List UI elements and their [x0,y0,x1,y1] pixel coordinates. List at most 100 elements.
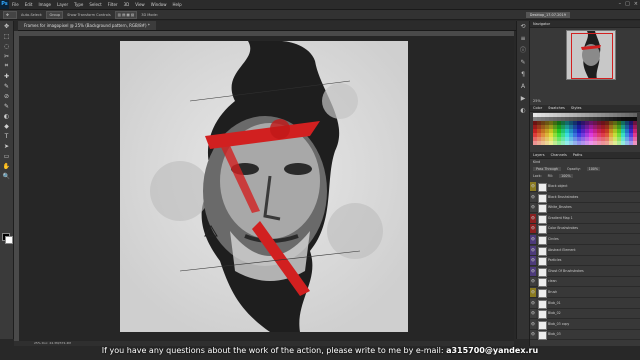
background-color[interactable] [5,236,13,244]
character-icon[interactable]: A [517,81,529,93]
visibility-eye-icon[interactable]: 👁 [530,330,536,340]
menu-edit[interactable]: Edit [22,2,36,7]
type-tool-icon[interactable]: T [0,131,13,141]
artwork-canvas[interactable] [120,41,408,332]
info-icon[interactable]: ⓘ [517,45,529,57]
minimize-button[interactable]: – [619,1,622,7]
tab-swatches[interactable]: Swatches [548,105,565,111]
menu-type[interactable]: Type [71,2,86,7]
visibility-eye-icon[interactable]: 👁 [530,224,536,234]
visibility-eye-icon[interactable]: 👁 [530,298,536,308]
opacity-input[interactable]: 100% [586,167,601,171]
fill-input[interactable]: 100% [559,174,573,178]
tab-layers[interactable]: Layers [533,152,545,158]
color-swatches[interactable] [2,233,13,244]
marquee-tool-icon[interactable]: ⬚ [0,31,13,41]
crop-tool-icon[interactable]: ✂ [0,51,13,61]
show-transform-controls-checkbox[interactable]: Show Transform Controls [67,13,111,17]
auto-select-dropdown[interactable]: Group [46,10,64,19]
path-select-icon[interactable]: ➤ [0,141,13,151]
menu-filter[interactable]: Filter [105,2,121,7]
visibility-eye-icon[interactable]: 👁 [530,213,536,223]
layer-row[interactable]: 👁 Ghost Of Brushstrokes [530,266,640,277]
history-brush-icon[interactable]: ✎ [0,101,13,111]
maximize-button[interactable]: □ [625,1,630,7]
layer-row[interactable]: 👁 Blob_03 [530,330,640,341]
visibility-eye-icon[interactable]: 👁 [530,288,536,297]
visibility-eye-icon[interactable]: 👁 [530,192,536,202]
lasso-tool-icon[interactable]: ◌ [0,41,13,51]
visibility-eye-icon[interactable]: 👁 [530,235,536,244]
swatches-grid[interactable] [533,113,638,147]
menu-select[interactable]: Select [86,2,104,7]
hand-tool-icon[interactable]: ✋ [0,161,13,171]
ruler-vertical[interactable] [14,31,19,341]
menu-3d[interactable]: 3D [121,2,133,7]
layer-row[interactable]: 👁 Blob_03 copy [530,319,640,330]
zoom-tool-icon[interactable]: 🔍 [0,171,13,181]
layer-name: Black Brushstrokes [548,194,579,199]
menu-layer[interactable]: Layer [54,2,71,7]
workspace-dropdown[interactable]: Desktop_17.07.2019 [525,12,570,18]
visibility-eye-icon[interactable]: 👁 [530,309,536,319]
layer-name: Color Brushstrokes [548,226,578,231]
properties-icon[interactable]: ≡ [517,33,529,45]
blend-mode-dropdown[interactable]: Pass Through [533,167,562,171]
layer-thumbnail [538,225,547,235]
visibility-eye-icon[interactable]: 👁 [530,277,536,287]
tab-paths[interactable]: Paths [573,152,583,158]
navigator-thumbnail[interactable] [566,30,616,80]
visibility-eye-icon[interactable]: 👁 [530,266,536,276]
layer-row[interactable]: 👁 clean [530,277,640,288]
brush-tool-icon[interactable]: ✎ [0,81,13,91]
eraser-tool-icon[interactable]: ⊘ [0,91,13,101]
layer-name: White_Brushes [548,205,572,210]
dodge-tool-icon[interactable]: ◐ [0,111,13,121]
paragraph-icon[interactable]: ¶ [517,69,529,81]
pen-tool-icon[interactable]: ◆ [0,121,13,131]
slice-tool-icon[interactable]: ⌗ [0,61,13,71]
visibility-eye-icon[interactable]: 👁 [530,182,536,191]
menu-file[interactable]: File [9,2,22,7]
visibility-eye-icon[interactable]: 👁 [530,245,536,255]
navigator-tab[interactable]: Navigator [533,21,550,27]
layer-row[interactable]: 👁 Particles [530,256,640,267]
tab-channels[interactable]: Channels [551,152,567,158]
layer-row[interactable]: 👁 Blob_02 [530,309,640,320]
history-icon[interactable]: ⟲ [517,21,529,33]
menu-view[interactable]: View [132,2,148,7]
visibility-eye-icon[interactable]: 👁 [530,203,536,213]
move-tool-icon[interactable]: ✥ [3,10,17,19]
layer-row[interactable]: 👁 Circles [530,235,640,245]
layer-row[interactable]: 👁 Color Brushstrokes [530,224,640,235]
layer-row[interactable]: 👁 White_Brushes [530,203,640,214]
menu-help[interactable]: Help [169,2,184,7]
tab-styles[interactable]: Styles [571,105,582,111]
navigator-zoom[interactable]: 25% [533,99,541,103]
align-buttons[interactable]: ▥ ▤ ▦ ▧ [114,10,138,19]
layer-row[interactable]: 👁 Blob_01 [530,298,640,309]
tab-color[interactable]: Color [533,105,542,111]
actions-icon[interactable]: ▶ [517,93,529,105]
brush-panel-icon[interactable]: ✎ [517,57,529,69]
visibility-eye-icon[interactable]: 👁 [530,319,536,329]
move-tool-icon[interactable]: ✥ [0,21,13,31]
navigator-view-box[interactable] [571,33,613,79]
layer-name: Black object [548,184,568,188]
adjustments-icon[interactable]: ◐ [517,105,529,117]
menu-image[interactable]: Image [35,2,54,7]
healing-tool-icon[interactable]: ✚ [0,71,13,81]
visibility-eye-icon[interactable]: 👁 [530,256,536,266]
close-button[interactable]: × [634,1,638,7]
layer-row[interactable]: 👁 Gradient Map 1 [530,213,640,224]
document-tab[interactable]: Frames for imagopixel @ 25% (Background … [18,21,156,30]
shape-tool-icon[interactable]: ▭ [0,151,13,161]
layer-filter[interactable]: Kind [533,160,540,164]
swatch[interactable] [633,141,637,145]
menu-window[interactable]: Window [148,2,170,7]
layer-row[interactable]: 👁 Abstract Element [530,245,640,256]
layer-row[interactable]: 👁 Brush [530,288,640,298]
layer-row[interactable]: 👁 Black Brushstrokes [530,192,640,203]
ruler-horizontal[interactable] [14,31,514,36]
layer-row[interactable]: 👁 Black object [530,182,640,192]
